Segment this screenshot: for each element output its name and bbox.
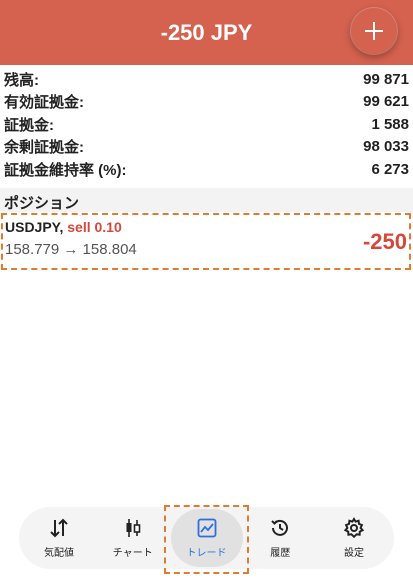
- summary-row-equity: 有効証拠金: 99 621: [0, 91, 413, 114]
- nav-label: 履歴: [270, 548, 291, 559]
- gear-icon: [343, 517, 365, 539]
- position-side: sell 0.10: [67, 219, 122, 235]
- nav-item-settings[interactable]: 設定: [318, 509, 390, 567]
- summary-label: 残高:: [4, 71, 39, 89]
- summary-row-margin-level: 証拠金維持率 (%): 6 273: [0, 158, 413, 181]
- position-profit: -250: [362, 229, 407, 254]
- history-icon: [271, 519, 289, 536]
- nav-label: 設定: [344, 548, 364, 559]
- nav-item-chart[interactable]: チャート: [97, 509, 169, 567]
- summary-value: 6 273: [371, 160, 409, 178]
- positions-section-header: ポジション: [0, 188, 413, 212]
- position-title: USDJPY, sell 0.10: [5, 219, 407, 235]
- summary-value: 98 033: [363, 138, 409, 156]
- account-summary: 残高: 99 871 有効証拠金: 99 621 証拠金: 1 588 余剰証拠…: [0, 68, 413, 181]
- nav-item-trade[interactable]: トレード: [170, 509, 243, 567]
- new-order-button[interactable]: [351, 8, 397, 54]
- nav-item-history[interactable]: 履歴: [244, 509, 316, 567]
- position-prices: 158.779 → 158.804: [5, 241, 137, 258]
- quotes-icon: [50, 518, 68, 538]
- bottom-navigation: 気配値 チャート トレード 履歴 設定: [19, 507, 394, 569]
- header-bar: -250 JPY: [0, 0, 413, 65]
- nav-label: トレード: [186, 548, 227, 559]
- plus-icon: [365, 22, 383, 40]
- page-title: -250 JPY: [160, 19, 253, 45]
- trade-screen: -250 JPY 残高: 99 871 有効証拠金: 99 621 証拠金: 1…: [0, 0, 413, 580]
- position-symbol: USDJPY,: [5, 219, 64, 235]
- summary-label: 証拠金:: [4, 116, 54, 134]
- nav-label: チャート: [112, 548, 153, 559]
- summary-row-free-margin: 余剰証拠金: 98 033: [0, 136, 413, 159]
- summary-value: 1 588: [371, 115, 409, 133]
- summary-label: 余剰証拠金:: [4, 139, 84, 157]
- candlestick-icon: [126, 519, 141, 537]
- nav-item-quotes[interactable]: 気配値: [23, 509, 95, 567]
- summary-value: 99 621: [363, 93, 409, 111]
- summary-label: 有効証拠金:: [4, 94, 84, 112]
- summary-label: 証拠金維持率 (%):: [4, 161, 127, 179]
- nav-label: 気配値: [44, 548, 74, 559]
- position-row[interactable]: USDJPY, sell 0.10 158.779 → 158.804 -250: [1, 213, 411, 270]
- summary-row-balance: 残高: 99 871: [0, 68, 413, 91]
- trade-chart-icon: [197, 518, 216, 538]
- summary-value: 99 871: [363, 70, 409, 88]
- summary-row-margin: 証拠金: 1 588: [0, 113, 413, 136]
